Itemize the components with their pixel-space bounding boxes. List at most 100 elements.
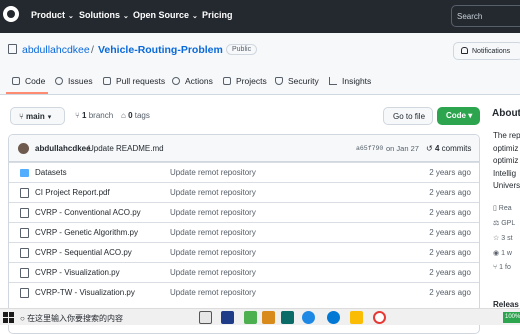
commits-link[interactable]: ↺ 4 commits bbox=[426, 144, 471, 153]
readme-link[interactable]: ▯ Rea bbox=[493, 204, 512, 212]
table-row[interactable]: CVRP - Conventional ACO.py Update remot … bbox=[9, 202, 479, 222]
chevron-down-icon: ⌄ bbox=[192, 13, 198, 20]
tab-issues[interactable]: Issues bbox=[55, 76, 93, 86]
file-commit-message[interactable]: Update remot repository bbox=[170, 188, 256, 197]
file-commit-message[interactable]: Update remot repository bbox=[170, 288, 256, 297]
watchers-link[interactable]: ◉ 1 w bbox=[493, 249, 512, 257]
chevron-down-icon: ⌄ bbox=[68, 13, 74, 20]
table-row[interactable]: CVRP - Sequential ACO.py Update remot re… bbox=[9, 242, 479, 262]
app-icon[interactable] bbox=[262, 311, 275, 324]
search-icon: ○ bbox=[20, 314, 28, 323]
file-name[interactable]: CI Project Report.pdf bbox=[35, 188, 110, 197]
file-icon bbox=[20, 208, 29, 218]
branch-select-button[interactable]: ⑂ main ▾ bbox=[10, 107, 65, 125]
repo-name-link[interactable]: Vehicle-Routing-Problem bbox=[98, 44, 223, 56]
table-row[interactable]: CVRP-TW - Visualization.py Update remot … bbox=[9, 282, 479, 302]
chevron-down-icon: ▾ bbox=[468, 111, 473, 120]
app-icon[interactable] bbox=[244, 311, 257, 324]
table-row[interactable]: Datasets Update remot repository 2 years… bbox=[9, 162, 479, 182]
tags-link[interactable]: ⌂ 0 tags bbox=[121, 111, 150, 120]
file-age: 2 years ago bbox=[429, 268, 471, 277]
pull-request-icon bbox=[103, 77, 111, 85]
about-heading: About bbox=[492, 108, 520, 119]
commit-message[interactable]: Update README.md bbox=[88, 144, 164, 153]
file-commit-message[interactable]: Update remot repository bbox=[170, 248, 256, 257]
windows-start-icon[interactable] bbox=[3, 312, 14, 323]
file-age: 2 years ago bbox=[429, 288, 471, 297]
app-icon[interactable] bbox=[221, 311, 234, 324]
file-age: 2 years ago bbox=[429, 228, 471, 237]
repo-header: abdullahcdkee / Vehicle-Routing-Problem … bbox=[0, 33, 520, 95]
forks-link[interactable]: ⑂ 1 fo bbox=[493, 264, 511, 271]
tab-actions[interactable]: Actions bbox=[172, 76, 213, 86]
table-row[interactable]: CVRP - Visualization.py Update remot rep… bbox=[9, 262, 479, 282]
tab-insights[interactable]: Insights bbox=[329, 76, 371, 86]
file-age: 2 years ago bbox=[429, 168, 471, 177]
github-logo-icon[interactable] bbox=[3, 6, 19, 22]
task-view-icon[interactable] bbox=[199, 311, 212, 324]
commit-sha[interactable]: a65f790 bbox=[356, 145, 383, 152]
file-icon bbox=[20, 268, 29, 278]
file-commit-message[interactable]: Update remot repository bbox=[170, 168, 256, 177]
commit-date: on Jan 27 bbox=[386, 144, 419, 153]
edge-icon[interactable] bbox=[327, 311, 340, 324]
graph-icon bbox=[329, 77, 337, 85]
eye-icon: ◉ bbox=[493, 250, 502, 257]
nav-solutions[interactable]: Solutions ⌄ bbox=[79, 10, 129, 20]
file-commit-message[interactable]: Update remot repository bbox=[170, 228, 256, 237]
shield-icon bbox=[275, 77, 283, 85]
visibility-badge: Public bbox=[226, 44, 258, 55]
active-tab-underline bbox=[6, 92, 48, 94]
repo-icon bbox=[8, 44, 17, 54]
file-commit-message[interactable]: Update remot repository bbox=[170, 208, 256, 217]
latest-commit-bar: abdullahcdkee Update README.md a65f790 o… bbox=[9, 135, 479, 162]
file-name[interactable]: CVRP-TW - Visualization.py bbox=[35, 288, 135, 297]
file-name[interactable]: CVRP - Visualization.py bbox=[35, 268, 120, 277]
file-icon bbox=[20, 228, 29, 238]
file-explorer-icon[interactable] bbox=[350, 311, 363, 324]
branch-icon: ⑂ bbox=[75, 111, 83, 120]
go-to-file-button[interactable]: Go to file bbox=[383, 107, 433, 125]
avatar[interactable] bbox=[18, 143, 29, 154]
global-header: Product ⌄ Solutions ⌄ Open Source ⌄ Pricing… bbox=[0, 0, 520, 33]
tab-pull-requests[interactable]: Pull requests bbox=[103, 76, 165, 86]
folder-icon bbox=[20, 169, 29, 177]
table-row[interactable]: CI Project Report.pdf Update remot repos… bbox=[9, 182, 479, 202]
file-name[interactable]: Datasets bbox=[35, 168, 67, 177]
table-icon bbox=[223, 77, 231, 85]
file-name[interactable]: CVRP - Genetic Algorithm.py bbox=[35, 228, 138, 237]
nav-open-source[interactable]: Open Source ⌄ bbox=[133, 10, 198, 20]
file-commit-message[interactable]: Update remot repository bbox=[170, 268, 256, 277]
chrome-icon[interactable] bbox=[373, 311, 386, 324]
app-icon[interactable] bbox=[281, 311, 294, 324]
tab-security[interactable]: Security bbox=[275, 76, 319, 86]
law-icon: ⚖ bbox=[493, 220, 502, 227]
history-icon: ↺ bbox=[426, 144, 435, 153]
search-input[interactable]: Search bbox=[451, 5, 520, 27]
license-link[interactable]: ⚖ GPL bbox=[493, 219, 515, 227]
stars-link[interactable]: ☆ 3 st bbox=[493, 234, 513, 242]
tab-code[interactable]: Code bbox=[12, 76, 45, 86]
about-description: The rep optimiz optimiz Intellig Univers bbox=[493, 131, 520, 190]
chevron-down-icon: ⌄ bbox=[123, 13, 129, 20]
play-icon bbox=[172, 77, 180, 85]
nav-product[interactable]: Product ⌄ bbox=[31, 10, 74, 20]
taskbar-search-input[interactable]: ○ 在这里输入你要搜索的内容 bbox=[20, 313, 123, 324]
chevron-down-icon: ▾ bbox=[47, 114, 52, 121]
nav-pricing[interactable]: Pricing bbox=[202, 10, 233, 20]
commit-author[interactable]: abdullahcdkee bbox=[35, 144, 91, 153]
code-download-button[interactable]: Code ▾ bbox=[437, 107, 480, 125]
notifications-button[interactable]: Notifications bbox=[453, 42, 520, 60]
file-age: 2 years ago bbox=[429, 248, 471, 257]
file-icon bbox=[20, 248, 29, 258]
file-name[interactable]: CVRP - Conventional ACO.py bbox=[35, 208, 141, 217]
file-icon bbox=[20, 188, 29, 198]
file-list: abdullahcdkee Update README.md a65f790 o… bbox=[8, 134, 480, 334]
tag-icon: ⌂ bbox=[121, 111, 129, 120]
branches-link[interactable]: ⑂ 1 branch bbox=[75, 111, 113, 120]
file-name[interactable]: CVRP - Sequential ACO.py bbox=[35, 248, 132, 257]
tab-projects[interactable]: Projects bbox=[223, 76, 267, 86]
browser-icon[interactable] bbox=[302, 311, 315, 324]
repo-owner-link[interactable]: abdullahcdkee bbox=[22, 44, 90, 56]
table-row[interactable]: CVRP - Genetic Algorithm.py Update remot… bbox=[9, 222, 479, 242]
